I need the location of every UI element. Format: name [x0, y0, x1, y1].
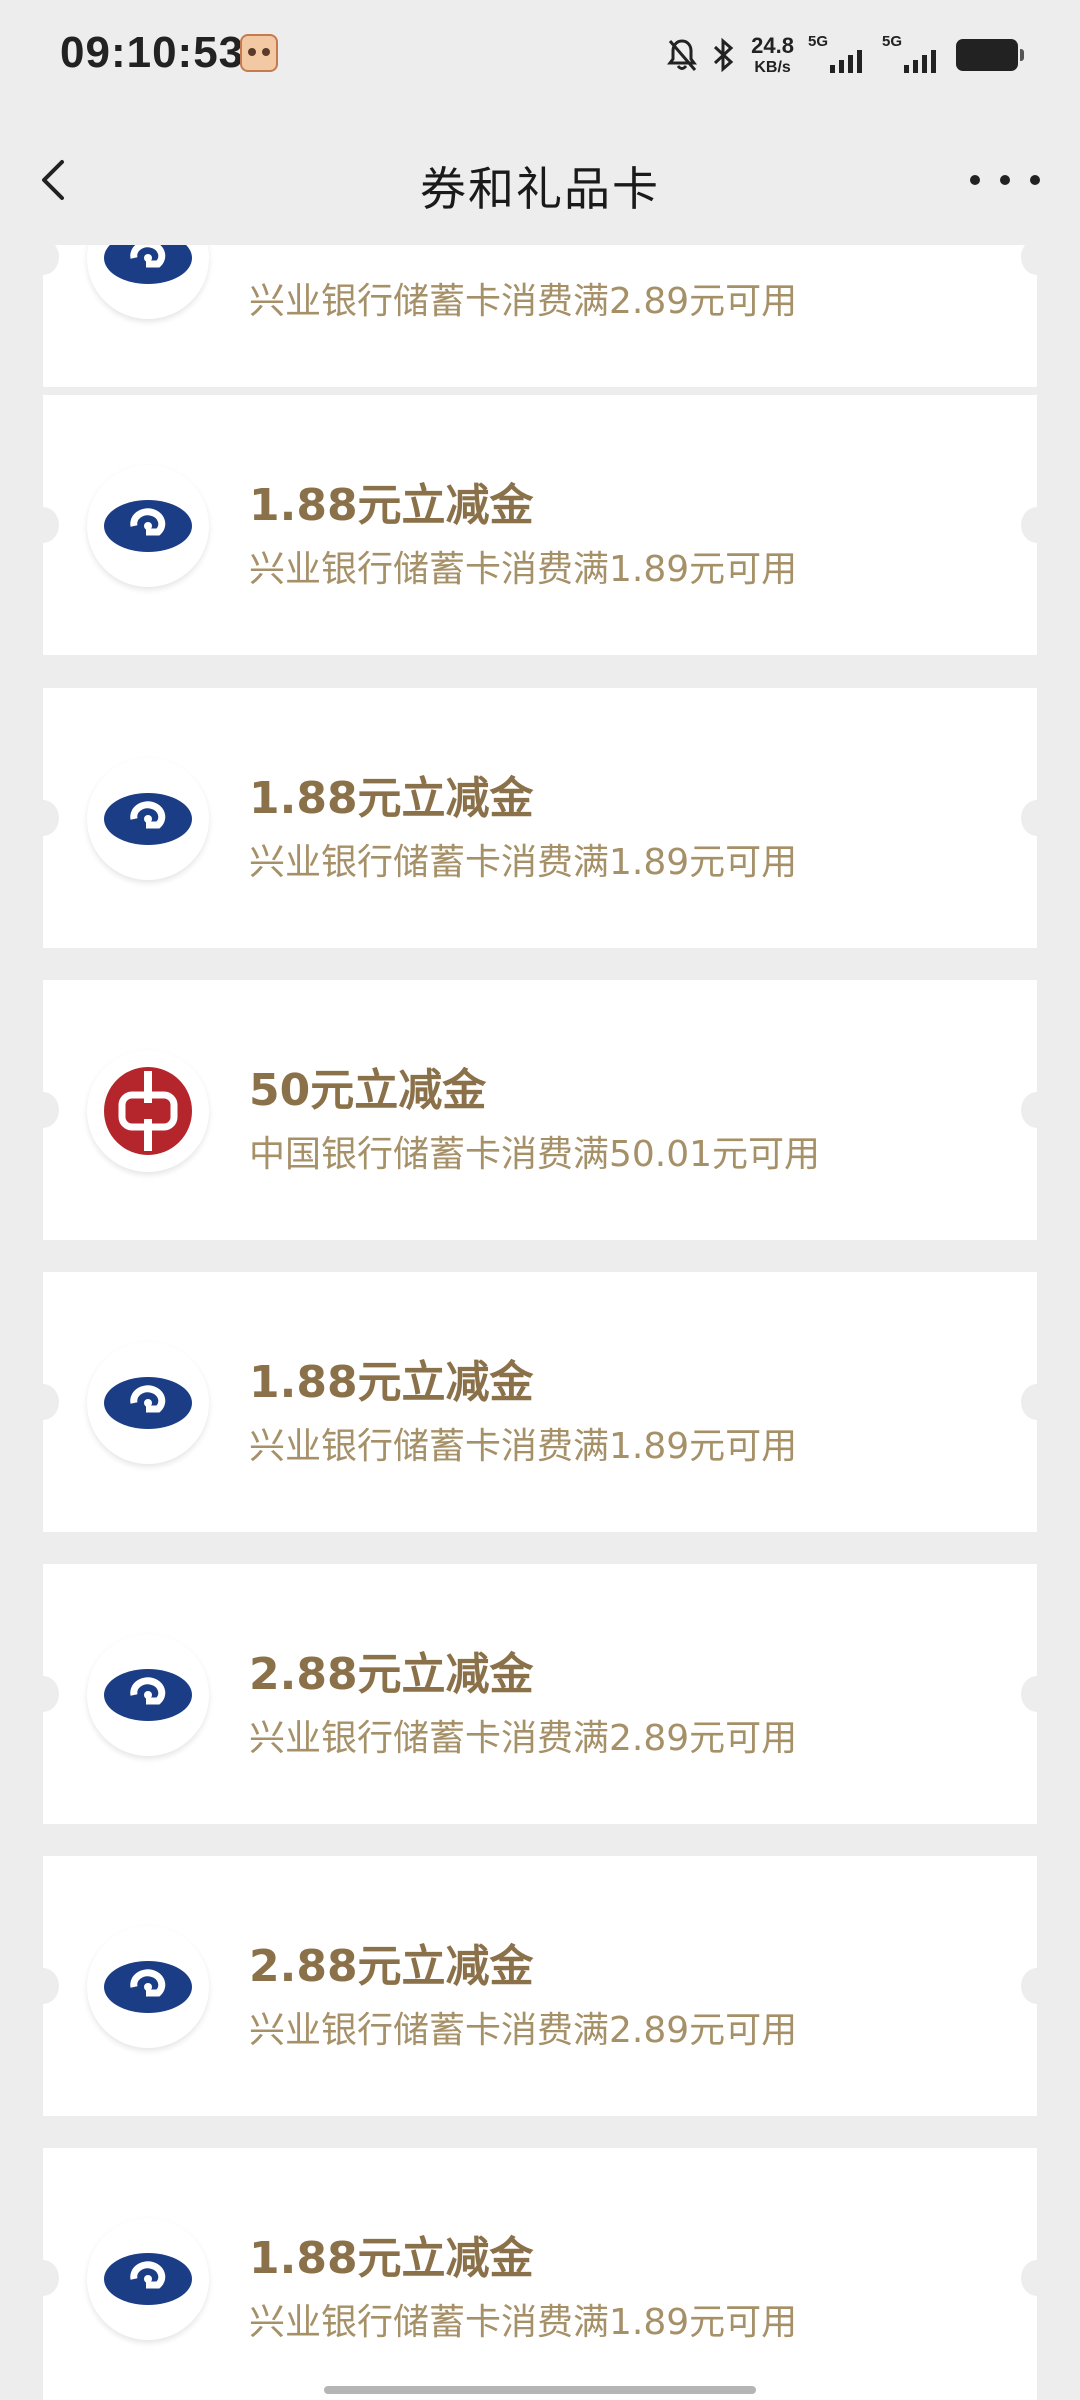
status-bar: 09:10:53 24.8 KB/s 5G 5G: [0, 0, 1080, 115]
coupon-list[interactable]: 兴业银行储蓄卡消费满2.89元可用 1.88元立减金 兴业银行储蓄卡消费满1.8…: [0, 245, 1080, 2400]
coupon-card[interactable]: 2.88元立减金 兴业银行储蓄卡消费满2.89元可用: [27, 1564, 1053, 1824]
coupon-description: 兴业银行储蓄卡消费满2.89元可用: [249, 1718, 798, 1759]
more-options-button[interactable]: [970, 165, 1040, 195]
coupon-description: 兴业银行储蓄卡消费满1.89元可用: [249, 549, 798, 590]
signal-sim1-icon: 5G: [808, 33, 868, 77]
coupon-title: 2.88元立减金: [249, 1649, 534, 1700]
coupon-title: 1.88元立减金: [249, 2233, 534, 2284]
signal-sim2-icon: 5G: [882, 33, 942, 77]
boc-logo-icon: [87, 1050, 209, 1172]
dot-icon: [1000, 175, 1010, 185]
coupon-card[interactable]: 兴业银行储蓄卡消费满2.89元可用: [27, 245, 1053, 387]
coupon-description: 兴业银行储蓄卡消费满1.89元可用: [249, 1426, 798, 1467]
dot-icon: [970, 175, 980, 185]
cib-logo-icon: [87, 1342, 209, 1464]
coupon-description: 兴业银行储蓄卡消费满1.89元可用: [249, 842, 798, 883]
home-indicator[interactable]: [324, 2386, 756, 2394]
status-time: 09:10:53: [60, 28, 245, 77]
coupon-title: 50元立减金: [249, 1065, 487, 1116]
cib-logo-icon: [87, 465, 209, 587]
status-icons: 24.8 KB/s 5G 5G: [667, 30, 1024, 80]
coupon-card[interactable]: 1.88元立减金 兴业银行储蓄卡消费满1.89元可用: [27, 2148, 1053, 2400]
page-title: 券和礼品卡: [420, 162, 660, 216]
coupon-description: 兴业银行储蓄卡消费满1.89元可用: [249, 2302, 798, 2343]
coupon-title: 1.88元立减金: [249, 773, 534, 824]
mute-bell-icon: [667, 39, 698, 71]
sim1-tag: 5G: [808, 33, 829, 50]
coupon-card[interactable]: 1.88元立减金 兴业银行储蓄卡消费满1.89元可用: [27, 395, 1053, 655]
coupon-title: 2.88元立减金: [249, 1941, 534, 1992]
cib-logo-icon: [87, 1634, 209, 1756]
cib-logo-icon: [87, 2218, 209, 2340]
nav-bar: 券和礼品卡: [0, 115, 1080, 245]
bluetooth-icon: [714, 37, 734, 73]
cib-logo-icon: [87, 1926, 209, 2048]
coupon-title: 1.88元立减金: [249, 1357, 534, 1408]
coupon-description: 兴业银行储蓄卡消费满2.89元可用: [249, 2010, 798, 2051]
network-speed-value: 24.8: [751, 32, 794, 58]
coupon-card[interactable]: 50元立减金 中国银行储蓄卡消费满50.01元可用: [27, 980, 1053, 1240]
network-speed: 24.8 KB/s: [751, 32, 794, 76]
sim2-tag: 5G: [882, 33, 903, 50]
cib-logo-icon: [87, 758, 209, 880]
cib-logo-icon: [87, 245, 209, 319]
coupon-card[interactable]: 2.88元立减金 兴业银行储蓄卡消费满2.89元可用: [27, 1856, 1053, 2116]
dot-icon: [1030, 175, 1040, 185]
coupon-description: 兴业银行储蓄卡消费满2.89元可用: [249, 281, 798, 322]
network-speed-unit: KB/s: [754, 58, 791, 76]
coupon-card[interactable]: 1.88元立减金 兴业银行储蓄卡消费满1.89元可用: [27, 688, 1053, 948]
coupon-title: 1.88元立减金: [249, 480, 534, 531]
app-notification-icon: [240, 34, 278, 72]
battery-icon: [956, 39, 1024, 71]
coupon-description: 中国银行储蓄卡消费满50.01元可用: [249, 1134, 821, 1175]
coupon-card[interactable]: 1.88元立减金 兴业银行储蓄卡消费满1.89元可用: [27, 1272, 1053, 1532]
